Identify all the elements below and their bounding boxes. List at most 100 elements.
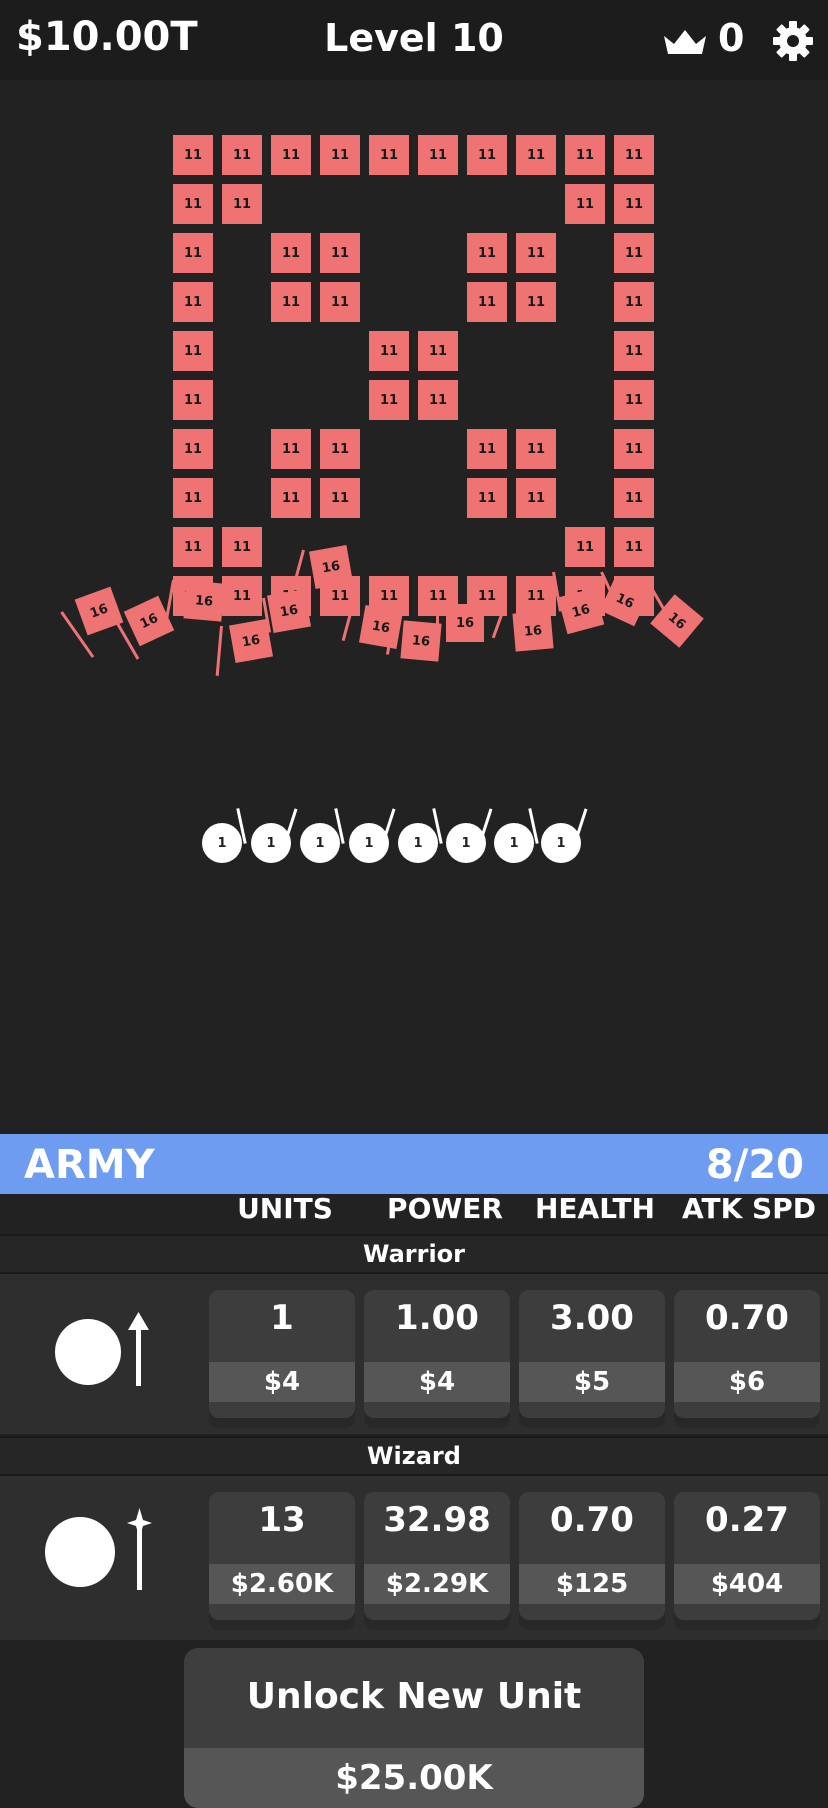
wizard-power-value: 32.98: [383, 1500, 491, 1540]
warrior-units-upgrade-button[interactable]: 1 $4: [209, 1290, 355, 1418]
wall-brick: 11: [614, 527, 654, 567]
wall-brick: 11: [467, 135, 507, 175]
wall-brick: 11: [320, 282, 360, 322]
unit-title-warrior: Warrior: [0, 1234, 828, 1274]
falling-brick: 16: [446, 604, 484, 642]
wizard-atk-spd-upgrade-button[interactable]: 0.27 $404: [674, 1492, 820, 1620]
game-arena[interactable]: 11 11 11 11 11 11 11 11 11 11 11 11 11 11 11 11 11 11 11 11…: [0, 80, 828, 1134]
wall-brick: 11: [467, 282, 507, 322]
falling-brick: 16: [358, 604, 404, 650]
wall-brick: 11: [418, 135, 458, 175]
wall-brick: 11: [614, 429, 654, 469]
wall-brick: 11: [271, 282, 311, 322]
wall-brick: 11: [173, 429, 213, 469]
wall-brick: 11: [271, 478, 311, 518]
unit-ball: 1: [300, 823, 340, 863]
wall-brick: 11: [516, 429, 556, 469]
warrior-units-cost: $4: [209, 1362, 355, 1402]
falling-brick: 16: [512, 610, 554, 652]
warrior-atk-spd-cost: $6: [674, 1362, 820, 1402]
wall-brick: 11: [614, 135, 654, 175]
falling-brick: 16: [74, 586, 124, 636]
crown-icon: [664, 30, 706, 54]
wall-brick: 11: [614, 282, 654, 322]
column-header-power: POWER: [387, 1192, 503, 1225]
brick-fall-trail: [215, 625, 223, 676]
wall-brick: 11: [173, 527, 213, 567]
wall-brick: 11: [173, 135, 213, 175]
unit-ball: 1: [202, 823, 242, 863]
army-count: 8/20: [705, 1142, 804, 1188]
unlock-price: $25.00K: [184, 1748, 644, 1808]
unit-ball: 1: [494, 823, 534, 863]
wall-brick: 11: [320, 233, 360, 273]
army-header: ARMY 8/20: [0, 1134, 828, 1194]
gear-icon[interactable]: [772, 20, 814, 62]
wall-brick: 11: [369, 135, 409, 175]
column-header-health: HEALTH: [535, 1192, 655, 1225]
wall-brick: 11: [173, 331, 213, 371]
wall-brick: 11: [320, 429, 360, 469]
warrior-atk-spd-upgrade-button[interactable]: 0.70 $6: [674, 1290, 820, 1418]
wall-brick: 11: [222, 576, 262, 616]
unit-ball: 1: [541, 823, 581, 863]
column-header-atk-spd: ATK SPD: [682, 1192, 816, 1225]
wall-brick: 11: [271, 233, 311, 273]
column-header-units: UNITS: [237, 1192, 333, 1225]
unlock-label: Unlock New Unit: [246, 1676, 582, 1717]
wall-brick: 11: [173, 233, 213, 273]
wizard-units-value: 13: [258, 1500, 306, 1540]
wall-brick: 11: [565, 135, 605, 175]
warrior-units-value: 1: [270, 1298, 294, 1338]
falling-brick: 16: [308, 544, 354, 590]
wizard-units-upgrade-button[interactable]: 13 $2.60K: [209, 1492, 355, 1620]
wizard-atk-spd-value: 0.27: [705, 1500, 789, 1540]
wall-brick: 11: [271, 135, 311, 175]
unit-ball: 1: [349, 823, 389, 863]
wall-brick: 11: [222, 135, 262, 175]
warrior-health-upgrade-button[interactable]: 3.00 $5: [519, 1290, 665, 1418]
wall-brick: 11: [516, 282, 556, 322]
falling-brick: 16: [266, 588, 312, 634]
wall-brick: 11: [614, 184, 654, 224]
wall-brick: 11: [516, 135, 556, 175]
warrior-power-upgrade-button[interactable]: 1.00 $4: [364, 1290, 510, 1418]
wall-brick: 11: [173, 380, 213, 420]
wizard-units-cost: $2.60K: [209, 1564, 355, 1604]
wall-brick: 11: [320, 135, 360, 175]
wall-brick: 11: [614, 233, 654, 273]
wall-brick: 11: [614, 380, 654, 420]
wall-brick: 11: [565, 184, 605, 224]
wall-brick: 11: [320, 478, 360, 518]
unit-title-wizard: Wizard: [0, 1436, 828, 1476]
wall-brick: 11: [173, 282, 213, 322]
wall-brick: 11: [418, 380, 458, 420]
wall-brick: 11: [173, 478, 213, 518]
wall-brick: 11: [271, 429, 311, 469]
warrior-power-value: 1.00: [395, 1298, 479, 1338]
warrior-health-value: 3.00: [550, 1298, 634, 1338]
wall-brick: 11: [565, 527, 605, 567]
unit-ball: 1: [446, 823, 486, 863]
wall-brick: 11: [467, 233, 507, 273]
brick-fall-trail: [436, 600, 439, 634]
warrior-sword-icon: [55, 1312, 149, 1386]
army-title: ARMY: [24, 1142, 155, 1188]
unit-ball: 1: [251, 823, 291, 863]
wizard-health-upgrade-button[interactable]: 0.70 $125: [519, 1492, 665, 1620]
wall-brick: 11: [516, 478, 556, 518]
wizard-atk-spd-cost: $404: [674, 1564, 820, 1604]
unlock-new-unit-button[interactable]: Unlock New Unit $25.00K: [184, 1648, 644, 1808]
wall-brick: 11: [516, 233, 556, 273]
wall-brick: 11: [369, 380, 409, 420]
wall-brick: 11: [467, 429, 507, 469]
wall-brick: 11: [173, 184, 213, 224]
wall-brick: 11: [614, 478, 654, 518]
wall-brick: 11: [222, 184, 262, 224]
wizard-power-upgrade-button[interactable]: 32.98 $2.29K: [364, 1492, 510, 1620]
wizard-power-cost: $2.29K: [364, 1564, 510, 1604]
wall-brick: 11: [418, 331, 458, 371]
falling-brick: 16: [183, 580, 225, 622]
top-bar: $10.00T Level 10 0: [0, 0, 828, 80]
warrior-health-cost: $5: [519, 1362, 665, 1402]
